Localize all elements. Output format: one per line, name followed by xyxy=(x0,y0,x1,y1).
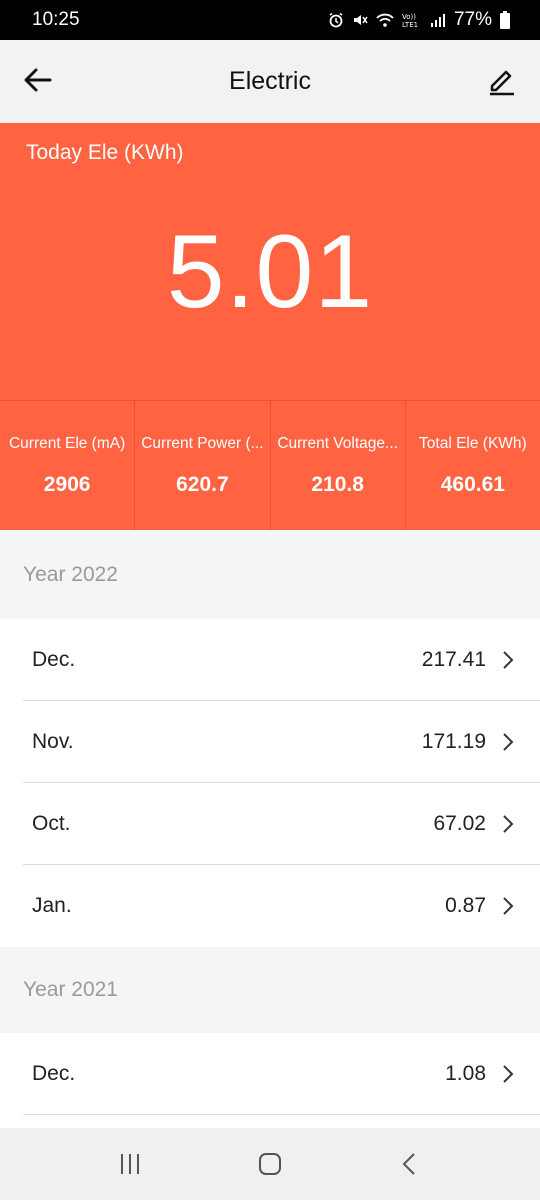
month-row[interactable]: Dec. 1.08 xyxy=(0,1033,540,1115)
month-label: Dec. xyxy=(32,1061,76,1085)
mute-icon xyxy=(353,15,368,25)
stat-label: Total Ele (KWh) xyxy=(419,435,527,452)
chevron-right-icon xyxy=(503,1064,514,1083)
wifi-icon xyxy=(376,13,394,27)
chevron-right-icon xyxy=(503,814,514,833)
edit-button[interactable] xyxy=(486,64,518,96)
back-button[interactable] xyxy=(22,64,54,96)
home-button[interactable] xyxy=(250,1144,290,1184)
stat-label: Current Ele (mA) xyxy=(8,435,126,452)
stat-value: 620.7 xyxy=(176,473,229,496)
recents-button[interactable] xyxy=(110,1144,150,1184)
chevron-right-icon xyxy=(503,650,514,669)
month-row[interactable]: Oct. 67.02 xyxy=(0,783,540,865)
stat-value: 2906 xyxy=(43,473,91,496)
year-header: Year 2021 xyxy=(0,947,540,1033)
stat-value: 460.61 xyxy=(440,473,505,496)
app-header: Electric xyxy=(0,40,540,123)
svg-text:LTE1: LTE1 xyxy=(402,21,418,28)
signal-icon xyxy=(430,14,445,27)
stat-label: Current Power (... xyxy=(141,435,264,452)
month-row[interactable] xyxy=(0,1115,540,1128)
system-nav-bar xyxy=(0,1128,540,1200)
svg-text:Vo)): Vo)) xyxy=(402,13,416,21)
year-header: Year 2022 xyxy=(0,530,540,619)
today-electricity-label: Today Ele (KWh) xyxy=(26,141,184,164)
stat-label: Current Voltage... xyxy=(277,435,398,452)
page-title: Electric xyxy=(229,67,311,95)
volte-icon: Vo))LTE1 xyxy=(402,13,418,28)
back-arrow-icon xyxy=(24,68,52,92)
today-electricity-value: 5.01 xyxy=(166,214,374,330)
stat-current-voltage: Current Voltage... 210.8 xyxy=(270,400,406,530)
month-value: 0.87 xyxy=(445,894,486,917)
back-chevron-icon xyxy=(402,1153,415,1175)
stat-current-power: Current Power (... 620.7 xyxy=(135,400,271,530)
alarm-icon xyxy=(329,12,343,28)
stat-current-ele: Current Ele (mA) 2906 xyxy=(0,400,136,530)
chevron-right-icon xyxy=(503,897,514,915)
stat-value: 210.8 xyxy=(311,473,364,496)
status-time: 10:25 xyxy=(32,9,80,30)
stat-total-ele: Total Ele (KWh) 460.61 xyxy=(405,400,540,530)
edit-pencil-icon xyxy=(490,70,514,96)
battery-icon xyxy=(500,11,510,29)
month-value: 1.08 xyxy=(445,1061,486,1085)
month-label: Nov. xyxy=(32,729,74,753)
month-label: Dec. xyxy=(32,647,76,671)
month-value: 171.19 xyxy=(421,729,486,753)
battery-percentage: 77% xyxy=(453,9,492,30)
status-bar: 10:25 Vo)) LTE1 77% xyxy=(0,0,540,40)
back-nav-button[interactable] xyxy=(390,1144,430,1184)
chevron-right-icon xyxy=(503,732,514,751)
home-icon xyxy=(259,1153,281,1175)
status-icons: Vo)) LTE1 77% xyxy=(328,9,510,31)
recents-icon xyxy=(121,1154,139,1174)
stats-row: Current Ele (mA) 2906 Current Power (...… xyxy=(0,400,540,530)
month-label: Oct. xyxy=(32,811,71,835)
month-label: Jan. xyxy=(32,894,72,917)
month-value: 217.41 xyxy=(421,647,486,671)
today-electricity-panel: Today Ele (KWh) 5.01 xyxy=(0,123,540,400)
month-value: 67.02 xyxy=(433,811,486,835)
month-row[interactable]: Dec. 217.41 xyxy=(0,619,540,701)
month-row[interactable]: Nov. 171.19 xyxy=(0,701,540,783)
month-row[interactable]: Jan. 0.87 xyxy=(0,865,540,947)
